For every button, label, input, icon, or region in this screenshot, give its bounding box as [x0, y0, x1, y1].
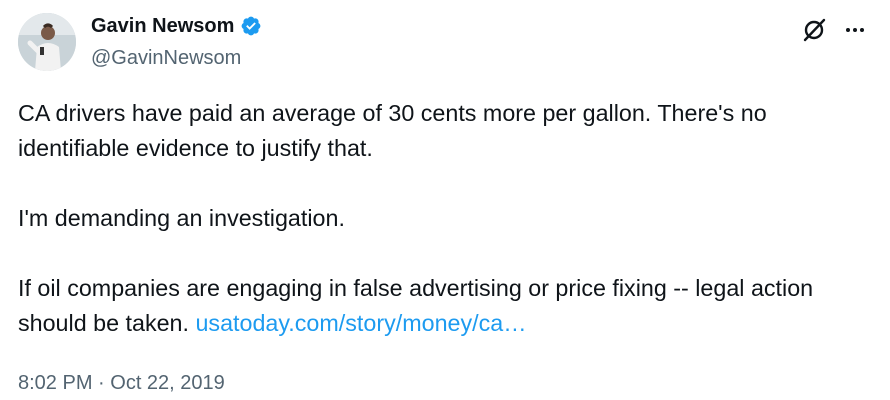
author-display-name[interactable]: Gavin Newsom [91, 14, 234, 38]
tweet-timestamp[interactable]: 8:02 PM · Oct 22, 2019 [18, 371, 225, 395]
verified-badge-icon [240, 15, 262, 37]
tweet-paragraph-2: I'm demanding an investigation. [18, 205, 345, 231]
tweet-card: Gavin Newsom @GavinNewsom CA drivers hav… [0, 0, 890, 400]
avatar[interactable] [18, 13, 76, 71]
grok-icon[interactable] [801, 17, 827, 43]
tweet-paragraph-3: If oil companies are engaging in false a… [18, 271, 868, 341]
author-name-row[interactable]: Gavin Newsom [91, 14, 262, 38]
tweet-paragraph-1: CA drivers have paid an average of 30 ce… [18, 100, 767, 161]
more-options-icon[interactable] [843, 18, 867, 42]
author-handle[interactable]: @GavinNewsom [91, 46, 241, 70]
tweet-text: CA drivers have paid an average of 30 ce… [18, 96, 868, 341]
article-link[interactable]: usatoday.com/story/money/ca… [195, 310, 526, 336]
